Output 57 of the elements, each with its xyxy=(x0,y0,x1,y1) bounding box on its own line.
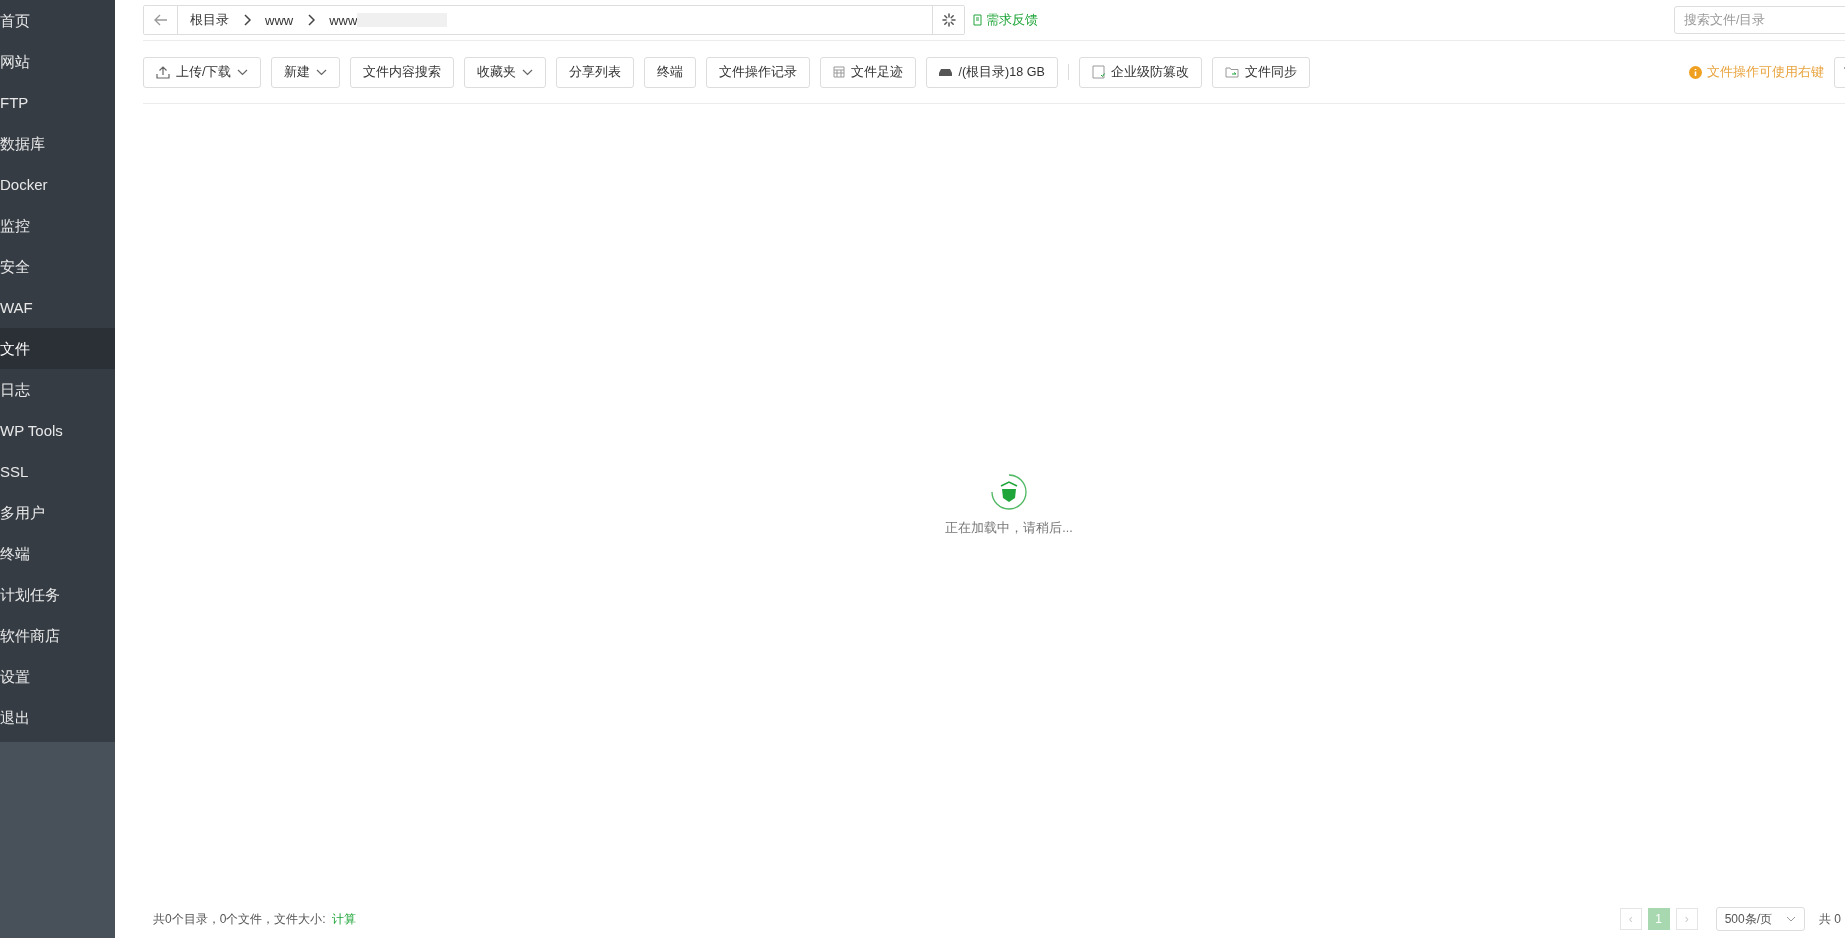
caret-down-icon xyxy=(522,68,534,76)
info-icon xyxy=(1689,65,1702,79)
path-bar[interactable]: 根目录 www www xyxy=(143,5,965,35)
back-button[interactable] xyxy=(144,6,178,34)
sidebar-item[interactable]: WAF xyxy=(0,287,115,328)
caret-down-icon xyxy=(316,68,328,76)
sidebar-item[interactable]: WP Tools xyxy=(0,410,115,451)
caret-down-icon xyxy=(1786,916,1796,922)
refresh-button[interactable] xyxy=(932,6,964,34)
sidebar-item[interactable]: 退出 xyxy=(0,697,115,738)
calendar-icon xyxy=(833,66,846,78)
toolbar-button[interactable]: 文件同步 xyxy=(1211,56,1310,88)
toolbar-button[interactable]: 企业级防篡改 xyxy=(1078,56,1202,88)
sidebar-item[interactable]: 终端 xyxy=(0,533,115,574)
upload-icon xyxy=(156,65,170,79)
search-field[interactable]: 搜索文件/目录 xyxy=(1674,6,1845,34)
toolbar-button[interactable]: 上传/下载 xyxy=(143,56,262,88)
sidebar-item[interactable]: 网站 xyxy=(0,41,115,82)
arrow-left-icon xyxy=(153,14,168,26)
toolbar-button[interactable]: 文件操作记录 xyxy=(706,56,811,88)
folder-icon xyxy=(1224,66,1239,78)
sidebar-item[interactable]: Docker xyxy=(0,164,115,205)
sidebar-item[interactable]: 设置 xyxy=(0,656,115,697)
sidebar-item[interactable]: 计划任务 xyxy=(0,574,115,615)
breadcrumb-item[interactable]: www xyxy=(265,12,294,28)
chevron-right-icon xyxy=(243,14,251,26)
sidebar-item[interactable]: FTP xyxy=(0,82,115,123)
sidebar-item[interactable]: 日志 xyxy=(0,369,115,410)
toolbar-button[interactable]: /(根目录)18 GB xyxy=(926,56,1058,88)
sidebar-item[interactable]: 安全 xyxy=(0,246,115,287)
toolbar-button[interactable]: 文件内容搜索 xyxy=(350,56,455,88)
toolbar-button[interactable]: 分享列表 xyxy=(556,56,635,88)
sidebar-item[interactable]: SSL xyxy=(0,451,115,492)
chevron-right-icon xyxy=(307,14,316,26)
sidebar-item[interactable]: 首页 xyxy=(0,0,115,41)
total-count: 共 0 xyxy=(1819,910,1841,928)
caret-down-icon xyxy=(237,68,249,76)
document-icon xyxy=(1091,65,1105,79)
toolbar-button[interactable]: 收藏夹 xyxy=(464,56,547,88)
loading-text: 正在加载中，请稍后... xyxy=(945,519,1073,537)
loading-spinner-icon xyxy=(989,471,1029,512)
sidebar-item[interactable]: 数据库 xyxy=(0,123,115,164)
edit-note-icon xyxy=(973,14,984,26)
sidebar-item[interactable]: 软件商店 xyxy=(0,615,115,656)
breadcrumb-item[interactable]: www xyxy=(329,12,358,28)
tip-text: 文件操作可使用右键 xyxy=(1689,63,1824,81)
toolbar-button[interactable]: 新建 xyxy=(271,56,341,88)
spinner-icon xyxy=(941,13,956,27)
toolbar-button[interactable]: 终端 xyxy=(644,56,697,88)
toolbar-button[interactable]: 文件足迹 xyxy=(820,56,917,88)
hard-drive-icon xyxy=(939,67,953,77)
sidebar-item[interactable]: 监控 xyxy=(0,205,115,246)
sidebar-item[interactable]: 多用户 xyxy=(0,492,115,533)
sidebar-item[interactable]: 文件 xyxy=(0,328,115,369)
summary-text: 共0个目录，0个文件，文件大小: xyxy=(153,910,326,928)
page-size-select[interactable]: 500条/页 xyxy=(1715,907,1805,931)
breadcrumb-item[interactable]: 根目录 xyxy=(190,11,229,29)
